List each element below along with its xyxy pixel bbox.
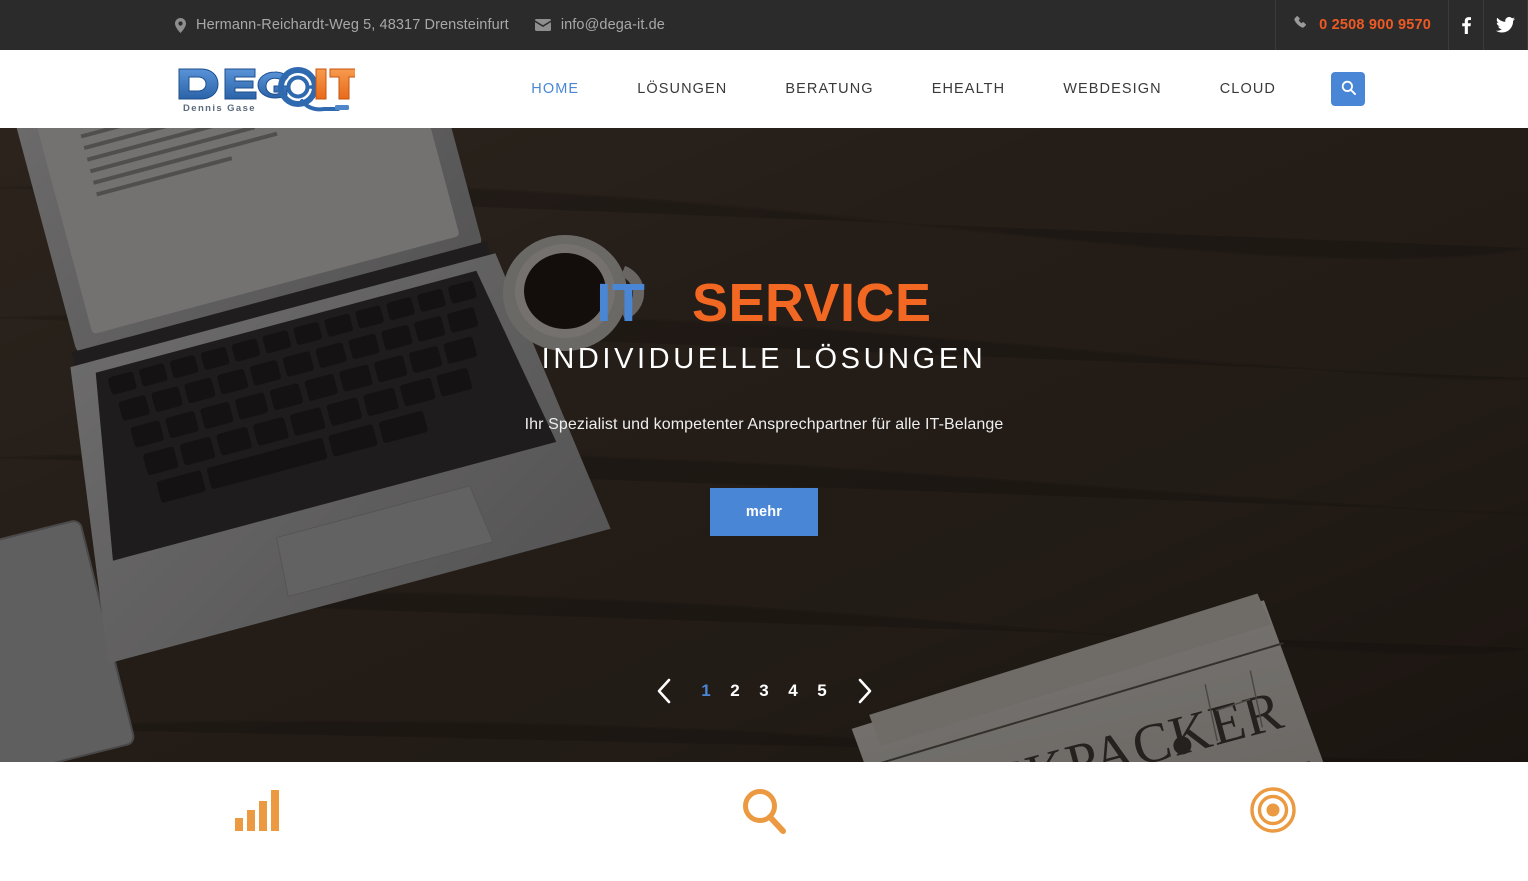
feature-item-target[interactable] bbox=[1019, 786, 1528, 839]
feature-item-statistics[interactable] bbox=[0, 786, 509, 839]
slider-dot-2[interactable]: 2 bbox=[721, 681, 750, 701]
envelope-icon bbox=[534, 19, 551, 31]
slider-dot-5[interactable]: 5 bbox=[808, 681, 837, 701]
hero-cta-button[interactable]: mehr bbox=[710, 488, 818, 536]
slider-navigation: 1 2 3 4 5 bbox=[0, 673, 1528, 709]
chevron-left-icon bbox=[656, 678, 672, 704]
hero-content: IT SERVICE INDIVIDUELLE LÖSUNGEN Ihr Spe… bbox=[0, 128, 1528, 762]
twitter-icon[interactable] bbox=[1483, 0, 1528, 50]
hero-description: Ihr Spezialist und kompetenter Ansprechp… bbox=[524, 416, 1004, 433]
search-icon bbox=[1341, 80, 1356, 98]
email-item[interactable]: info@dega-it.de bbox=[534, 17, 665, 33]
target-icon bbox=[1249, 786, 1297, 839]
logo-tagline: Dennis Gase bbox=[183, 103, 256, 114]
hero-slider: BACKPACKER EXPEDITION IT SERVICE bbox=[0, 128, 1528, 762]
address-text: Hermann-Reichardt-Weg 5, 48317 Drenstein… bbox=[196, 17, 509, 33]
top-bar: Hermann-Reichardt-Weg 5, 48317 Drenstein… bbox=[0, 0, 1528, 50]
slider-dot-4[interactable]: 4 bbox=[779, 681, 808, 701]
address-item: Hermann-Reichardt-Weg 5, 48317 Drenstein… bbox=[175, 17, 509, 33]
feature-item-search[interactable] bbox=[509, 786, 1018, 841]
phone-number: 0 2508 900 9570 bbox=[1319, 17, 1431, 33]
nav-item-webdesign[interactable]: WEBDESIGN bbox=[1034, 81, 1191, 97]
hero-subtitle: INDIVIDUELLE LÖSUNGEN bbox=[541, 343, 987, 375]
features-row bbox=[0, 762, 1528, 881]
top-bar-contact-group: Hermann-Reichardt-Weg 5, 48317 Drenstein… bbox=[175, 17, 665, 33]
bar-chart-icon bbox=[231, 786, 279, 839]
hero-title-service: SERVICE bbox=[691, 273, 932, 333]
nav-item-beratung[interactable]: BERATUNG bbox=[756, 81, 902, 97]
phone-item[interactable]: 0 2508 900 9570 bbox=[1275, 0, 1448, 50]
chevron-right-icon bbox=[857, 678, 873, 704]
hero-title-it: IT bbox=[596, 273, 646, 333]
slider-dot-1[interactable]: 1 bbox=[692, 681, 721, 701]
slider-next-button[interactable] bbox=[837, 673, 893, 709]
nav-item-ehealth[interactable]: EHEALTH bbox=[903, 81, 1035, 97]
phone-icon bbox=[1294, 15, 1308, 35]
nav-item-cloud[interactable]: CLOUD bbox=[1191, 81, 1305, 97]
site-header: Dennis Gase HOME LÖSUNGEN BERATUNG EHEAL… bbox=[0, 50, 1528, 128]
slider-prev-button[interactable] bbox=[636, 673, 692, 709]
nav-item-home[interactable]: HOME bbox=[502, 81, 608, 97]
email-text: info@dega-it.de bbox=[560, 17, 665, 33]
logo[interactable]: Dennis Gase bbox=[175, 63, 355, 115]
search-button[interactable] bbox=[1331, 72, 1365, 106]
facebook-icon[interactable] bbox=[1448, 0, 1483, 50]
slider-dot-3[interactable]: 3 bbox=[750, 681, 779, 701]
nav-item-loesungen[interactable]: LÖSUNGEN bbox=[608, 81, 756, 97]
top-bar-right-group: 0 2508 900 9570 bbox=[1275, 0, 1528, 50]
magnifier-icon bbox=[739, 786, 789, 841]
hero-title: IT SERVICE bbox=[596, 276, 931, 330]
slider-dots: 1 2 3 4 5 bbox=[692, 681, 837, 701]
map-pin-icon bbox=[175, 17, 186, 33]
main-navigation: HOME LÖSUNGEN BERATUNG EHEALTH WEBDESIGN… bbox=[502, 72, 1528, 106]
